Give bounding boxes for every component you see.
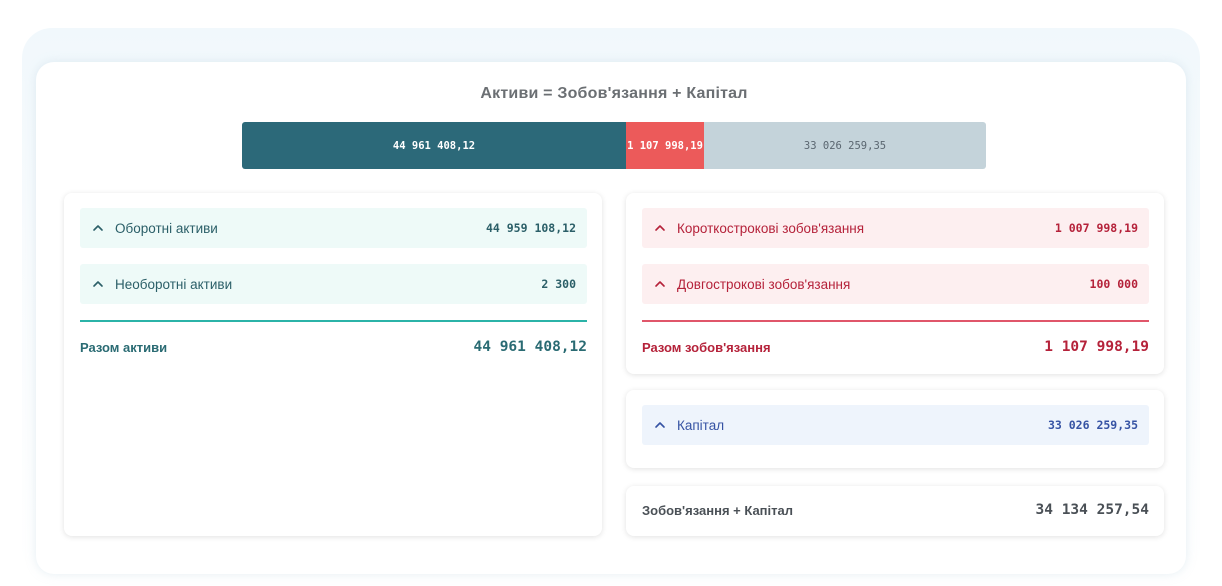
short-term-liabilities-row[interactable]: Короткострокові зобов'язання 1 007 998,1… <box>642 208 1149 248</box>
balance-bar: 44 961 408,12 1 107 998,19 33 026 259,35 <box>242 122 986 169</box>
non-current-assets-label: Необоротні активи <box>115 276 233 292</box>
chevron-up-icon <box>655 225 665 231</box>
non-current-assets-value: 2 300 <box>541 277 576 291</box>
assets-total-label: Разом активи <box>80 339 168 355</box>
non-current-assets-row[interactable]: Необоротні активи 2 300 <box>80 264 587 304</box>
equity-row[interactable]: Капітал 33 026 259,35 <box>642 405 1149 445</box>
equity-value: 33 026 259,35 <box>1047 418 1138 432</box>
chevron-up-icon <box>655 422 665 428</box>
liabilities-divider <box>642 320 1149 322</box>
liabilities-plus-equity-label: Зобов'язання + Капітал <box>642 502 793 518</box>
equity-label: Капітал <box>677 417 725 433</box>
liabilities-plus-equity-value: 34 134 257,54 <box>1035 502 1150 518</box>
equity-panel: Капітал 33 026 259,35 <box>626 390 1164 468</box>
assets-divider <box>80 320 587 322</box>
balance-bar-assets-segment: 44 961 408,12 <box>242 122 626 169</box>
assets-total-row: Разом активи 44 961 408,12 <box>80 339 587 355</box>
page-title: Активи = Зобов'язання + Капітал <box>480 85 748 102</box>
short-term-liabilities-value: 1 007 998,19 <box>1054 221 1138 235</box>
long-term-liabilities-row[interactable]: Довгострокові зобов'язання 100 000 <box>642 264 1149 304</box>
short-term-liabilities-label: Короткострокові зобов'язання <box>677 220 865 236</box>
chevron-up-icon <box>93 281 103 287</box>
liabilities-plus-equity-panel: Зобов'язання + Капітал 34 134 257,54 <box>626 486 1164 536</box>
assets-total-value: 44 961 408,12 <box>473 339 588 355</box>
liabilities-plus-equity-row: Зобов'язання + Капітал 34 134 257,54 <box>642 502 1149 518</box>
liabilities-total-row: Разом зобов'язання 1 107 998,19 <box>642 339 1149 355</box>
liabilities-total-label: Разом зобов'язання <box>642 339 771 355</box>
current-assets-label: Оборотні активи <box>115 220 218 236</box>
current-assets-value: 44 959 108,12 <box>485 221 576 235</box>
liabilities-panel: Короткострокові зобов'язання 1 007 998,1… <box>626 193 1164 374</box>
liabilities-total-value: 1 107 998,19 <box>1044 339 1149 355</box>
balance-bar-liabilities-segment: 1 107 998,19 <box>626 122 704 169</box>
chevron-up-icon <box>93 225 103 231</box>
chevron-up-icon <box>655 281 665 287</box>
long-term-liabilities-label: Довгострокові зобов'язання <box>677 276 851 292</box>
balance-bar-equity-segment: 33 026 259,35 <box>704 122 986 169</box>
current-assets-row[interactable]: Оборотні активи 44 959 108,12 <box>80 208 587 248</box>
long-term-liabilities-value: 100 000 <box>1089 277 1138 291</box>
assets-panel: Оборотні активи 44 959 108,12 Необоротні… <box>64 193 602 536</box>
